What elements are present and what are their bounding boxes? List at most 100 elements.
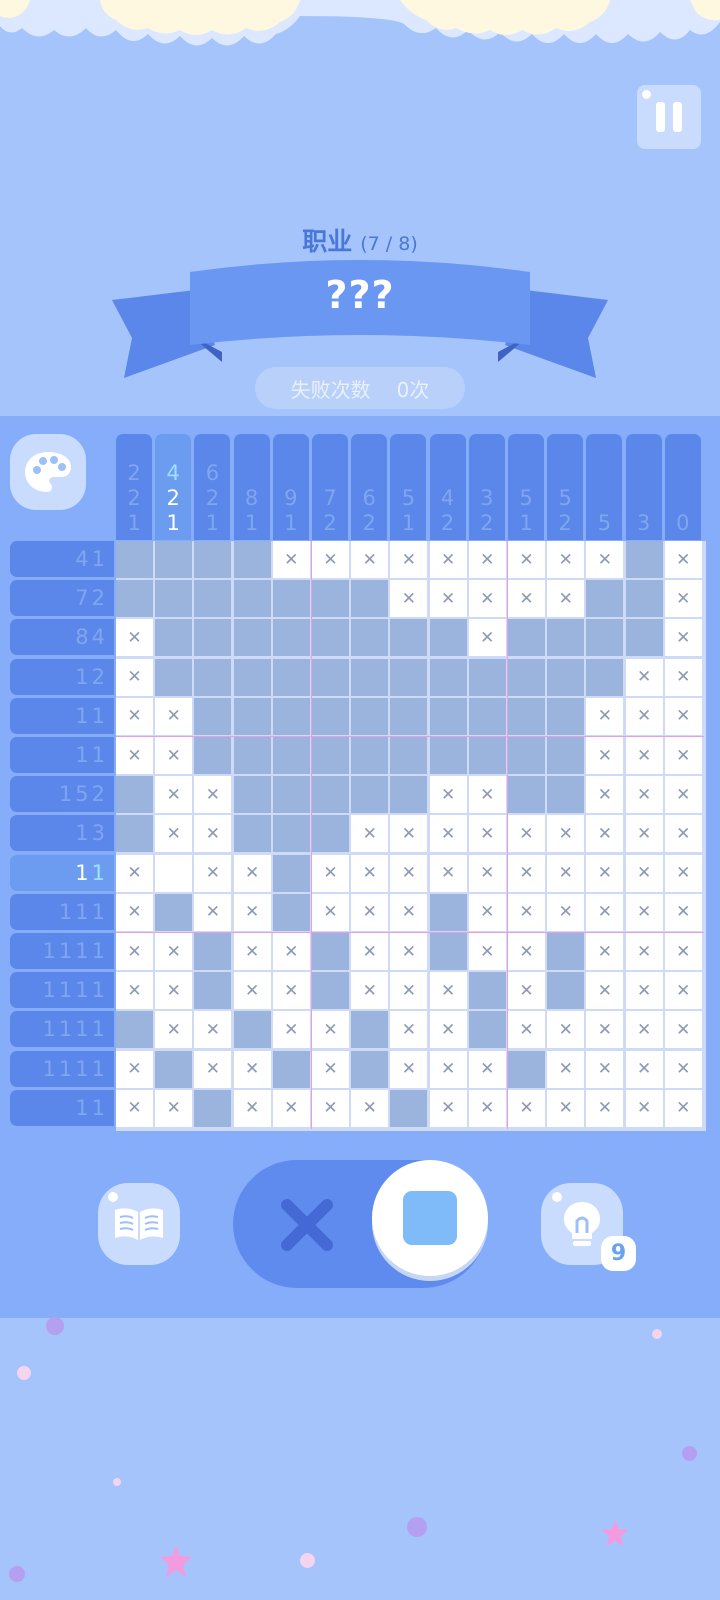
grid-cell-filled[interactable]	[547, 933, 585, 970]
grid-cell-filled[interactable]	[508, 619, 545, 657]
grid-cell-crossed[interactable]: ✕	[312, 1050, 349, 1088]
grid-cell-filled[interactable]	[547, 658, 585, 696]
grid-cell-filled[interactable]	[390, 619, 428, 657]
grid-cell-filled[interactable]	[351, 776, 389, 814]
grid-cell-filled[interactable]	[429, 658, 467, 696]
pause-button[interactable]	[637, 85, 701, 149]
grid-cell-crossed[interactable]: ✕	[664, 1089, 702, 1127]
grid-cell-filled[interactable]	[429, 933, 467, 970]
grid-cell-crossed[interactable]: ✕	[664, 619, 702, 657]
grid-cell-crossed[interactable]: ✕	[233, 1089, 271, 1127]
grid-cell-crossed[interactable]: ✕	[586, 933, 624, 970]
grid-cell-crossed[interactable]: ✕	[664, 972, 702, 1010]
grid-cell-filled[interactable]	[116, 815, 153, 853]
grid-cell-crossed[interactable]: ✕	[468, 776, 506, 814]
grid-cell-crossed[interactable]: ✕	[468, 1089, 506, 1127]
grid-cell-crossed[interactable]: ✕	[664, 893, 702, 931]
grid-cell-crossed[interactable]: ✕	[116, 619, 153, 657]
grid-cell-crossed[interactable]: ✕	[390, 541, 428, 578]
grid-cell-crossed[interactable]: ✕	[586, 815, 624, 853]
grid-cell-crossed[interactable]: ✕	[429, 815, 467, 853]
grid-cell-crossed[interactable]: ✕	[390, 815, 428, 853]
grid-cell-crossed[interactable]: ✕	[194, 893, 232, 931]
grid-cell-crossed[interactable]: ✕	[664, 776, 702, 814]
grid-cell-crossed[interactable]: ✕	[116, 933, 153, 970]
grid-cell-crossed[interactable]: ✕	[664, 854, 702, 892]
grid-cell-crossed[interactable]: ✕	[233, 972, 271, 1010]
grid-cell-crossed[interactable]: ✕	[468, 580, 506, 618]
grid-cell-filled[interactable]	[351, 658, 389, 696]
grid-cell-filled[interactable]	[351, 697, 389, 735]
grid-cell-crossed[interactable]: ✕	[547, 580, 585, 618]
palette-button[interactable]	[10, 434, 86, 510]
grid-cell-crossed[interactable]: ✕	[194, 815, 232, 853]
grid-cell-crossed[interactable]: ✕	[586, 697, 624, 735]
grid-cell-filled[interactable]	[547, 697, 585, 735]
grid-cell-crossed[interactable]: ✕	[586, 737, 624, 774]
grid-cell-crossed[interactable]: ✕	[625, 972, 663, 1010]
grid-cell-filled[interactable]	[508, 658, 545, 696]
grid-cell-crossed[interactable]: ✕	[116, 658, 153, 696]
grid-cell-crossed[interactable]: ✕	[625, 815, 663, 853]
grid-cell-crossed[interactable]: ✕	[664, 933, 702, 970]
grid-cell-crossed[interactable]: ✕	[664, 1050, 702, 1088]
grid-cell-filled[interactable]	[586, 619, 624, 657]
grid-cell-crossed[interactable]: ✕	[664, 1011, 702, 1049]
grid-cell-crossed[interactable]: ✕	[625, 1011, 663, 1049]
grid-cell-filled[interactable]	[312, 619, 349, 657]
grid-cell-crossed[interactable]: ✕	[116, 893, 153, 931]
grid-cell-crossed[interactable]: ✕	[155, 697, 193, 735]
grid-cell-crossed[interactable]: ✕	[625, 1089, 663, 1127]
grid-cell-crossed[interactable]: ✕	[116, 854, 153, 892]
grid-cell-filled[interactable]	[272, 776, 310, 814]
grid-cell-crossed[interactable]: ✕	[429, 541, 467, 578]
grid-cell-crossed[interactable]: ✕	[468, 1050, 506, 1088]
grid-cell-filled[interactable]	[272, 854, 310, 892]
grid-cell-crossed[interactable]: ✕	[116, 1089, 153, 1127]
grid-cell-filled[interactable]	[116, 1011, 153, 1049]
grid-cell-crossed[interactable]: ✕	[351, 933, 389, 970]
grid-cell-crossed[interactable]: ✕	[664, 541, 702, 578]
grid-cell-filled[interactable]	[194, 580, 232, 618]
grid-cell-filled[interactable]	[508, 737, 545, 774]
grid-cell-crossed[interactable]: ✕	[351, 1089, 389, 1127]
grid-cell-filled[interactable]	[429, 697, 467, 735]
grid-cell-crossed[interactable]: ✕	[155, 776, 193, 814]
grid-cell-filled[interactable]	[351, 580, 389, 618]
grid-cell-crossed[interactable]: ✕	[390, 893, 428, 931]
grid-cell-crossed[interactable]: ✕	[586, 776, 624, 814]
grid-cell-crossed[interactable]: ✕	[508, 854, 545, 892]
grid-cell-filled[interactable]	[233, 580, 271, 618]
grid-cell-filled[interactable]	[194, 658, 232, 696]
grid-cell-crossed[interactable]: ✕	[116, 737, 153, 774]
grid-cell-filled[interactable]	[272, 658, 310, 696]
grid-cell-filled[interactable]	[468, 1011, 506, 1049]
grid-cell-filled[interactable]	[233, 619, 271, 657]
grid-cell-empty[interactable]	[155, 854, 193, 892]
grid-cell-crossed[interactable]: ✕	[429, 1050, 467, 1088]
grid-cell-crossed[interactable]: ✕	[586, 854, 624, 892]
grid-cell-filled[interactable]	[508, 776, 545, 814]
grid-cell-filled[interactable]	[155, 580, 193, 618]
grid-cell-crossed[interactable]: ✕	[155, 1089, 193, 1127]
grid-cell-filled[interactable]	[272, 580, 310, 618]
grid-cell-crossed[interactable]: ✕	[547, 1011, 585, 1049]
grid-cell-crossed[interactable]: ✕	[233, 854, 271, 892]
grid-cell-crossed[interactable]: ✕	[625, 1050, 663, 1088]
grid-cell-crossed[interactable]: ✕	[312, 1011, 349, 1049]
grid-cell-filled[interactable]	[468, 737, 506, 774]
grid-cell-crossed[interactable]: ✕	[468, 933, 506, 970]
cross-icon[interactable]	[277, 1195, 337, 1255]
grid-cell-filled[interactable]	[351, 1011, 389, 1049]
grid-cell-crossed[interactable]: ✕	[625, 893, 663, 931]
grid-cell-crossed[interactable]: ✕	[233, 933, 271, 970]
grid-cell-filled[interactable]	[194, 1089, 232, 1127]
grid-cell-filled[interactable]	[155, 1050, 193, 1088]
grid-cell-crossed[interactable]: ✕	[155, 815, 193, 853]
grid-cell-crossed[interactable]: ✕	[116, 972, 153, 1010]
grid-cell-filled[interactable]	[390, 697, 428, 735]
grid-cell-crossed[interactable]: ✕	[116, 1050, 153, 1088]
grid-cell-crossed[interactable]: ✕	[468, 815, 506, 853]
grid-cell-filled[interactable]	[586, 658, 624, 696]
grid-cell-crossed[interactable]: ✕	[312, 1089, 349, 1127]
